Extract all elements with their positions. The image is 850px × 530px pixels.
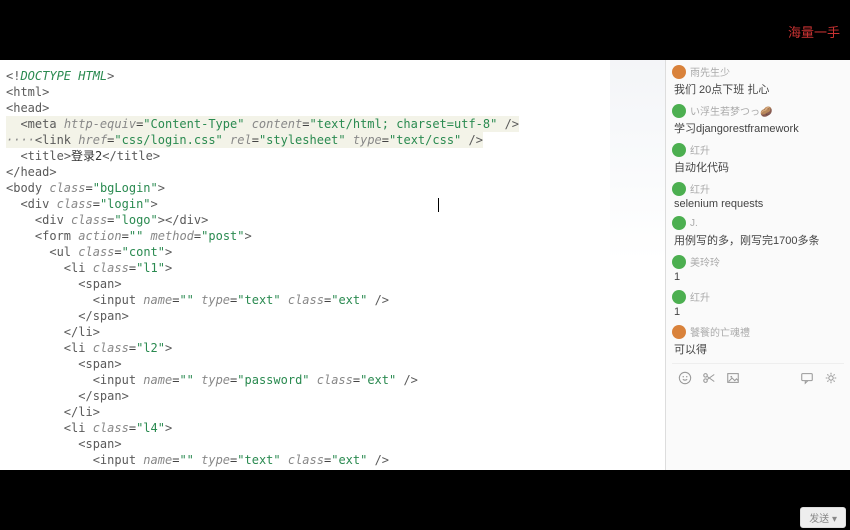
main-area: <!DOCTYPE HTML> <html> <head> <meta http… [0, 60, 850, 470]
chat-message: 美玲玲 1 [672, 254, 844, 283]
video-topbar: 海量一手 [0, 0, 850, 60]
avatar [672, 325, 686, 339]
chat-message: 饕餮的亡魂禮可以得 [672, 324, 844, 357]
settings-icon[interactable] [824, 371, 838, 385]
avatar [672, 104, 686, 118]
chat-message: 红升 1 [672, 289, 844, 318]
code-editor[interactable]: <!DOCTYPE HTML> <html> <head> <meta http… [0, 60, 665, 470]
chat-message: 红升自动化代码 [672, 142, 844, 175]
chat-username: 红升 [690, 181, 710, 196]
emoji-icon[interactable] [678, 371, 692, 385]
chat-username: 红升 [690, 142, 710, 157]
chat-username: 饕餮的亡魂禮 [690, 324, 750, 339]
chat-username: 雨先生少 [690, 64, 730, 79]
chat-text: 1 [672, 271, 844, 283]
minimap[interactable] [610, 60, 665, 260]
avatar [672, 65, 686, 79]
chat-message: 雨先生少我们 20点下班 扎心 [672, 64, 844, 97]
avatar [672, 290, 686, 304]
avatar [672, 143, 686, 157]
avatar [672, 182, 686, 196]
chat-username: J. [690, 218, 698, 229]
video-bottombar [0, 470, 850, 530]
chat-message: い浮生若梦つっ🥔 学习djangorestframework [672, 103, 844, 136]
chat-message: 红升 selenium requests [672, 181, 844, 210]
chat-panel: 雨先生少我们 20点下班 扎心い浮生若梦つっ🥔 学习djangorestframe… [665, 60, 850, 470]
image-icon[interactable] [726, 371, 740, 385]
chat-message-list: 雨先生少我们 20点下班 扎心い浮生若梦つっ🥔 学习djangorestframe… [672, 64, 844, 357]
chat-toolbar [672, 363, 844, 391]
chat-text: 我们 20点下班 扎心 [672, 81, 844, 97]
chat-text: 用例写的多，刚写完1700多条 [672, 232, 844, 248]
chat-username: い浮生若梦つっ🥔 [690, 103, 772, 118]
scissors-icon[interactable] [702, 371, 716, 385]
chat-text: 自动化代码 [672, 159, 844, 175]
code-content[interactable]: <!DOCTYPE HTML> <html> <head> <meta http… [0, 60, 665, 470]
chat-username: 红升 [690, 289, 710, 304]
chat-text: 1 [672, 306, 844, 318]
chat-text: 学习djangorestframework [672, 120, 844, 136]
avatar [672, 255, 686, 269]
chat-message: J. 用例写的多，刚写完1700多条 [672, 216, 844, 248]
watermark-text: 海量一手 [788, 22, 840, 41]
comment-icon[interactable] [800, 371, 814, 385]
chat-username: 美玲玲 [690, 254, 720, 269]
chat-text: selenium requests [672, 198, 844, 210]
chat-text: 可以得 [672, 341, 844, 357]
avatar [672, 216, 686, 230]
